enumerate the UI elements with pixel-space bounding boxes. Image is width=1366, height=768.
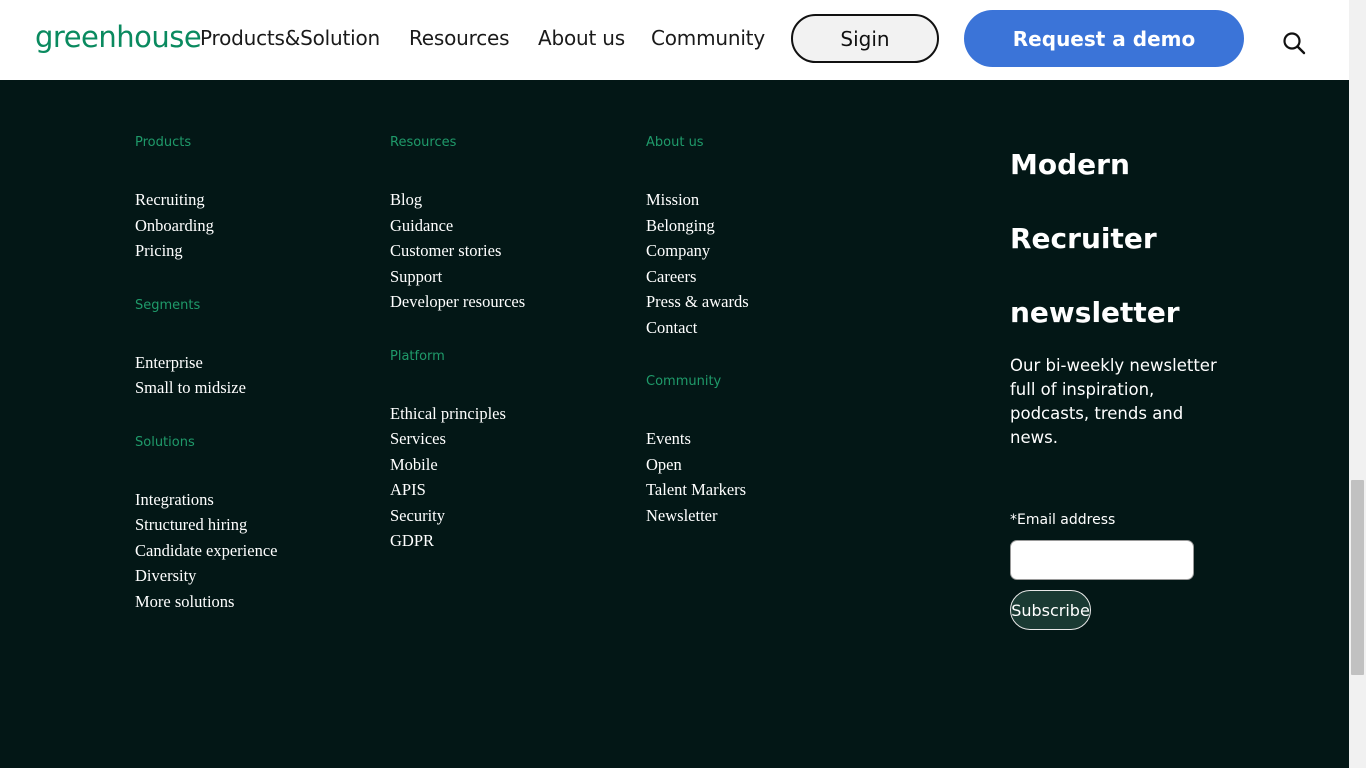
footer-link-developer-resources[interactable]: Developer resources — [390, 292, 525, 318]
footer-link-careers[interactable]: Careers — [646, 267, 749, 293]
footer-link-mission[interactable]: Mission — [646, 190, 749, 216]
search-icon[interactable] — [1282, 31, 1306, 55]
footer-heading-platform: Platform — [390, 348, 445, 364]
footer-group-products: Products Recruiting Onboarding Pricing — [135, 135, 277, 267]
footer-link-gdpr[interactable]: GDPR — [390, 531, 525, 557]
subscribe-button[interactable]: Subscribe — [1010, 590, 1091, 630]
footer-link-open[interactable]: Open — [646, 455, 749, 481]
newsletter-title-line-3: newsletter — [1010, 296, 1180, 329]
footer-group-segments: Segments Enterprise Small to midsize — [135, 298, 277, 404]
footer-link-company[interactable]: Company — [646, 241, 749, 267]
footer-link-candidate-experience[interactable]: Candidate experience — [135, 541, 277, 567]
footer-link-guidance[interactable]: Guidance — [390, 216, 525, 242]
nav-about-us[interactable]: About us — [538, 26, 625, 50]
footer-link-talent-markers[interactable]: Talent Markers — [646, 480, 749, 506]
footer-link-security[interactable]: Security — [390, 506, 525, 532]
footer-list-products: Recruiting Onboarding Pricing — [135, 190, 277, 267]
footer-link-ethical-principles[interactable]: Ethical principles — [390, 404, 525, 430]
footer-link-pricing[interactable]: Pricing — [135, 241, 277, 267]
site-header: greenhouse Products&Solution Resources A… — [0, 0, 1349, 80]
footer-link-enterprise[interactable]: Enterprise — [135, 353, 277, 379]
newsletter-description: Our bi-weekly newsletter full of inspira… — [1010, 356, 1217, 447]
scrollbar-thumb[interactable] — [1351, 480, 1364, 675]
email-field[interactable] — [1010, 540, 1194, 580]
footer-link-newsletter[interactable]: Newsletter — [646, 506, 749, 532]
footer-link-structured-hiring[interactable]: Structured hiring — [135, 515, 277, 541]
footer-heading-about-us: About us — [646, 135, 704, 150]
footer-link-blog[interactable]: Blog — [390, 190, 525, 216]
footer-link-onboarding[interactable]: Onboarding — [135, 216, 277, 242]
nav-products-solution[interactable]: Products&Solution — [200, 26, 380, 50]
footer-group-about-us: About us Mission Belonging Company Caree… — [646, 135, 749, 343]
vertical-scrollbar[interactable] — [1349, 0, 1366, 768]
footer-group-platform: Platform Ethical principles Services Mob… — [390, 349, 525, 557]
footer-list-platform: Ethical principles Services Mobile APIS … — [390, 404, 525, 557]
footer-link-services[interactable]: Services — [390, 429, 525, 455]
footer-list-segments: Enterprise Small to midsize — [135, 353, 277, 404]
footer-link-apis[interactable]: APIS — [390, 480, 525, 506]
footer-group-resources: Resources Blog Guidance Customer stories… — [390, 135, 525, 318]
footer-link-integrations[interactable]: Integrations — [135, 490, 277, 516]
footer-link-press-awards[interactable]: Press & awards — [646, 292, 749, 318]
signin-button[interactable]: Sigin — [791, 14, 939, 63]
email-field-label: *Email address — [1010, 512, 1116, 528]
footer-link-small-to-midsize[interactable]: Small to midsize — [135, 378, 277, 404]
footer-column-products: Products Recruiting Onboarding Pricing S… — [135, 135, 277, 648]
footer-column-about: About us Mission Belonging Company Caree… — [646, 135, 749, 562]
nav-community[interactable]: Community — [651, 26, 765, 50]
nav-resources[interactable]: Resources — [409, 26, 510, 50]
footer-group-solutions: Solutions Integrations Structured hiring… — [135, 435, 277, 618]
footer-heading-products: Products — [135, 135, 192, 150]
footer-link-belonging[interactable]: Belonging — [646, 216, 749, 242]
greenhouse-logo[interactable]: greenhouse — [35, 20, 202, 54]
newsletter-signup: Modern Recruiter newsletter Our bi-weekl… — [1010, 140, 1240, 630]
footer-list-community: Events Open Talent Markers Newsletter — [646, 429, 749, 531]
footer-column-resources: Resources Blog Guidance Customer stories… — [390, 135, 525, 588]
footer-heading-segments: Segments — [135, 297, 201, 313]
footer-list-solutions: Integrations Structured hiring Candidate… — [135, 490, 277, 618]
footer-list-about-us: Mission Belonging Company Careers Press … — [646, 190, 749, 343]
footer-link-diversity[interactable]: Diversity — [135, 566, 277, 592]
footer-link-contact[interactable]: Contact — [646, 318, 749, 344]
footer-link-customer-stories[interactable]: Customer stories — [390, 241, 525, 267]
footer-link-events[interactable]: Events — [646, 429, 749, 455]
footer-group-community: Community Events Open Talent Markers New… — [646, 374, 749, 531]
footer-list-resources: Blog Guidance Customer stories Support D… — [390, 190, 525, 318]
footer-heading-solutions: Solutions — [135, 434, 195, 450]
footer-heading-resources: Resources — [390, 135, 457, 150]
footer-link-mobile[interactable]: Mobile — [390, 455, 525, 481]
request-demo-button[interactable]: Request a demo — [964, 10, 1244, 67]
footer-link-more-solutions[interactable]: More solutions — [135, 592, 277, 618]
footer-link-support[interactable]: Support — [390, 267, 525, 293]
footer-link-recruiting[interactable]: Recruiting — [135, 190, 277, 216]
footer-heading-community: Community — [646, 374, 722, 389]
